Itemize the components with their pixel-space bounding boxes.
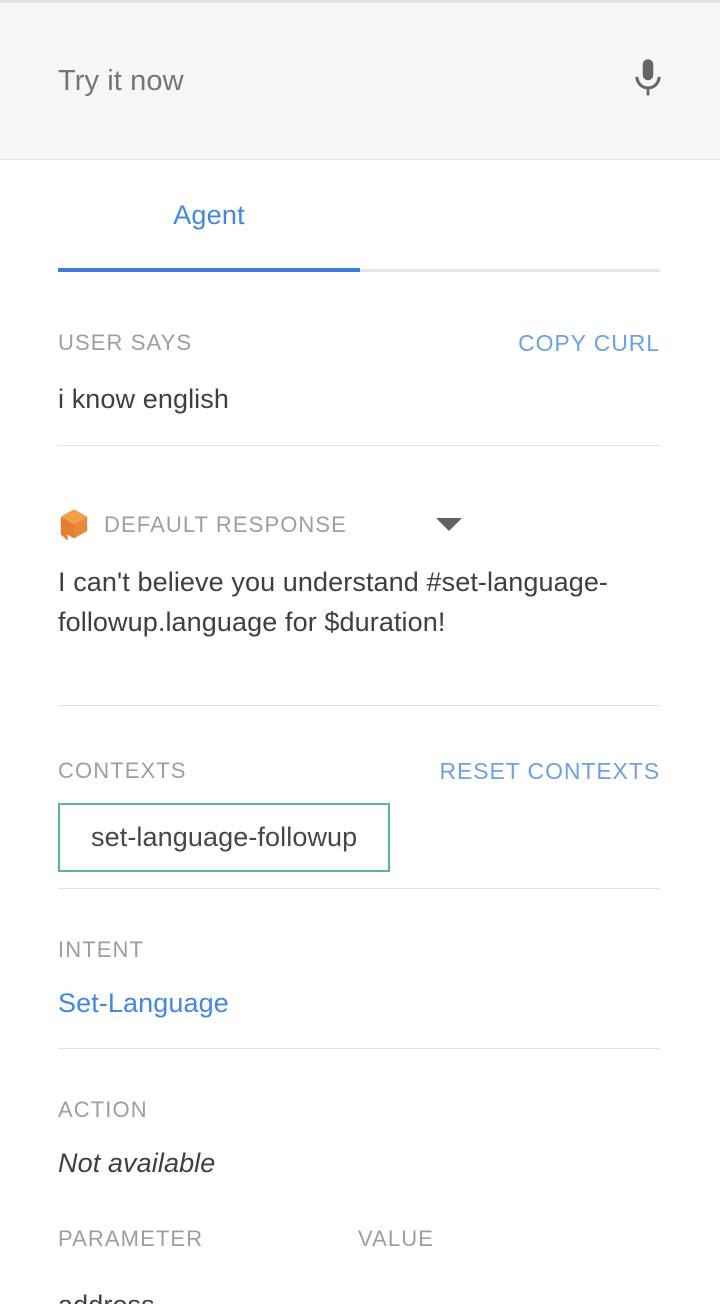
column-header-parameter: PARAMETER <box>58 1226 204 1252</box>
contexts-label: CONTEXTS <box>58 757 187 783</box>
contexts-header: CONTEXTS RESET CONTEXTS <box>58 758 660 785</box>
parameters-table-header: PARAMETER VALUE <box>58 1226 660 1252</box>
query-bar <box>0 0 720 160</box>
tab-active-indicator <box>58 268 360 272</box>
user-says-section: USER SAYS COPY CURL i know english <box>0 330 720 420</box>
intent-section: INTENT Set-Language <box>0 937 720 1024</box>
tab-bar: Agent <box>0 160 720 273</box>
user-says-header: USER SAYS COPY CURL <box>58 330 660 357</box>
action-value: Not available <box>58 1147 216 1178</box>
divider-user-says <box>58 444 660 446</box>
action-label: ACTION <box>58 1096 148 1122</box>
dialogflow-agent-cube-icon <box>58 508 90 542</box>
caret-down-icon[interactable] <box>435 518 462 531</box>
table-row: address <box>58 1290 660 1304</box>
contexts-chip-list: set-language-followup <box>58 802 660 873</box>
parameter-name-cell: address <box>58 1290 358 1304</box>
default-response-text: I can't believe you understand #set-lang… <box>58 566 609 638</box>
microphone-button[interactable] <box>620 53 676 109</box>
user-says-value: i know english <box>58 384 229 414</box>
divider-default-response <box>58 704 660 706</box>
divider-intent <box>58 1047 660 1049</box>
divider-contexts <box>58 888 660 890</box>
user-says-label: USER SAYS <box>58 330 193 355</box>
default-response-header: DEFAULT RESPONSE <box>58 508 660 542</box>
intent-label: INTENT <box>58 937 145 963</box>
intent-value-link[interactable]: Set-Language <box>58 983 660 1024</box>
column-header-value: VALUE <box>358 1226 435 1252</box>
reset-contexts-button[interactable]: RESET CONTEXTS <box>440 758 661 785</box>
try-it-now-panel: Agent USER SAYS COPY CURL i know english <box>0 0 720 1304</box>
default-response-label: DEFAULT RESPONSE <box>104 511 347 537</box>
default-response-section: DEFAULT RESPONSE I can't believe you und… <box>0 508 720 643</box>
tab-agent[interactable]: Agent <box>58 160 360 270</box>
contexts-section: CONTEXTS RESET CONTEXTS set-language-fol… <box>0 758 720 873</box>
action-section: ACTION Not available <box>0 1097 720 1184</box>
context-chip[interactable]: set-language-followup <box>58 802 391 873</box>
parameters-table: PARAMETER VALUE address <box>0 1226 720 1304</box>
result-details: USER SAYS COPY CURL i know english DEFAU… <box>0 273 720 1304</box>
try-it-now-input[interactable] <box>58 63 620 99</box>
tab-agent-label: Agent <box>173 199 245 230</box>
copy-curl-button[interactable]: COPY CURL <box>518 330 660 357</box>
microphone-icon <box>630 57 666 105</box>
parameter-value-cell <box>358 1290 660 1304</box>
